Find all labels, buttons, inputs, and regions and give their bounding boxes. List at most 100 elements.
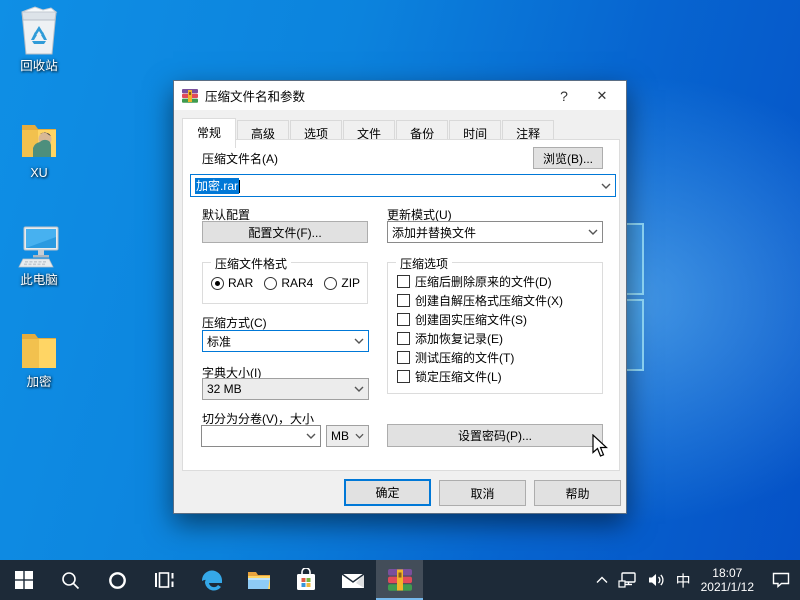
tray-chevron-up-icon[interactable]	[596, 576, 608, 584]
cortana-button[interactable]	[94, 560, 141, 600]
checkbox-label: 测试压缩的文件(T)	[415, 349, 514, 366]
archive-format-group-title: 压缩文件格式	[211, 255, 291, 272]
desktop-icon-recycle-bin[interactable]: 回收站	[1, 6, 77, 73]
search-icon	[61, 571, 80, 590]
mail-button[interactable]	[329, 560, 376, 600]
tab-page-general: 压缩文件名(A) 浏览(B)... 加密.rar 默认配置 更新模式(U) 配置…	[182, 139, 620, 471]
chevron-down-icon[interactable]	[584, 222, 602, 242]
help-button[interactable]: ?	[545, 83, 583, 108]
help-footer-button[interactable]: 帮助	[534, 480, 621, 506]
system-tray: 中 18:07 2021/1/12	[596, 560, 800, 600]
taskbar: 中 18:07 2021/1/12	[0, 560, 800, 600]
task-view-button[interactable]	[141, 560, 188, 600]
action-center-icon[interactable]	[772, 572, 790, 588]
radio-rar[interactable]: RAR	[211, 276, 253, 290]
checkbox-label: 压缩后删除原来的文件(D)	[415, 273, 552, 290]
start-button[interactable]	[0, 560, 47, 600]
chevron-down-icon[interactable]	[597, 175, 615, 196]
profile-button[interactable]: 配置文件(F)...	[202, 221, 368, 243]
mail-icon	[341, 570, 365, 590]
recycle-bin-icon	[17, 6, 61, 56]
browse-button[interactable]: 浏览(B)...	[533, 147, 603, 169]
checkbox-label: 创建固实压缩文件(S)	[415, 311, 527, 328]
dictionary-size-combobox[interactable]: 32 MB	[202, 378, 369, 400]
checkbox-box	[397, 332, 410, 345]
desktop-icon-this-pc[interactable]: 此电脑	[1, 224, 77, 287]
compression-method-value: 标准	[207, 333, 350, 350]
checkbox-box	[397, 294, 410, 307]
archive-name-combobox[interactable]: 加密.rar	[190, 174, 616, 197]
checkbox-sfx-archive[interactable]: 创建自解压格式压缩文件(X)	[397, 292, 563, 309]
windows-start-icon	[15, 571, 33, 589]
checkbox-recovery-record[interactable]: 添加恢复记录(E)	[397, 330, 503, 347]
radio-dot	[324, 277, 337, 290]
radio-label: ZIP	[341, 276, 360, 290]
this-pc-icon	[14, 224, 64, 270]
file-explorer-button[interactable]	[235, 560, 282, 600]
checkbox-lock-archive[interactable]: 锁定压缩文件(L)	[397, 368, 502, 385]
ok-button[interactable]: 确定	[344, 479, 431, 506]
checkbox-label: 添加恢复记录(E)	[415, 330, 503, 347]
checkbox-box	[397, 313, 410, 326]
volume-icon[interactable]	[648, 572, 666, 588]
task-view-icon	[155, 571, 175, 589]
dialog-title: 压缩文件名和参数	[205, 86, 545, 105]
search-button[interactable]	[47, 560, 94, 600]
mouse-cursor	[592, 434, 608, 458]
winrar-taskbar-icon	[387, 568, 413, 592]
compression-options-group-title: 压缩选项	[396, 255, 452, 272]
chevron-down-icon[interactable]	[350, 331, 368, 351]
cancel-button[interactable]: 取消	[439, 480, 526, 506]
radio-label: RAR4	[281, 276, 313, 290]
winrar-archive-dialog: 压缩文件名和参数 ? ✕ 常规 高级 选项 文件 备份 时间 注释 压缩文件名(…	[173, 80, 627, 514]
edge-icon	[200, 568, 224, 592]
edge-button[interactable]	[188, 560, 235, 600]
set-password-button[interactable]: 设置密码(P)...	[387, 424, 603, 447]
desktop-icon-label: 此电脑	[1, 273, 77, 287]
clock[interactable]: 18:07 2021/1/12	[701, 566, 754, 594]
tray-date: 2021/1/12	[701, 580, 754, 594]
ime-indicator[interactable]: 中	[676, 570, 691, 591]
checkbox-box	[397, 275, 410, 288]
checkbox-solid-archive[interactable]: 创建固实压缩文件(S)	[397, 311, 527, 328]
radio-dot	[211, 277, 224, 290]
desktop-icon-label: XU	[1, 166, 77, 180]
archive-name-value: 加密.rar	[195, 178, 239, 194]
dialog-titlebar[interactable]: 压缩文件名和参数 ? ✕	[174, 81, 626, 110]
update-mode-value: 添加并替换文件	[392, 224, 584, 241]
radio-label: RAR	[228, 276, 253, 290]
close-button[interactable]: ✕	[583, 83, 621, 108]
user-folder-icon	[16, 117, 62, 163]
split-unit-combobox[interactable]: MB	[326, 425, 369, 447]
store-button[interactable]	[282, 560, 329, 600]
compression-method-combobox[interactable]: 标准	[202, 330, 369, 352]
radio-zip[interactable]: ZIP	[324, 276, 360, 290]
winrar-icon	[182, 89, 198, 103]
store-icon	[295, 568, 317, 592]
desktop-icon-folder-jiami[interactable]: 加密	[1, 328, 77, 389]
checkbox-label: 创建自解压格式压缩文件(X)	[415, 292, 563, 309]
file-explorer-icon	[247, 569, 271, 591]
chevron-down-icon[interactable]	[350, 379, 368, 399]
desktop: 回收站 XU 此电脑	[0, 0, 800, 600]
radio-rar4[interactable]: RAR4	[264, 276, 313, 290]
update-mode-combobox[interactable]: 添加并替换文件	[387, 221, 603, 243]
desktop-icon-user-folder[interactable]: XU	[1, 117, 77, 180]
split-volumes-combobox[interactable]	[201, 425, 321, 447]
compression-method-label: 压缩方式(C)	[202, 314, 267, 331]
radio-dot	[264, 277, 277, 290]
checkbox-delete-files[interactable]: 压缩后删除原来的文件(D)	[397, 273, 552, 290]
archive-format-group: 压缩文件格式 RAR RAR4 ZIP	[202, 262, 368, 304]
checkbox-test-files[interactable]: 测试压缩的文件(T)	[397, 349, 514, 366]
chevron-down-icon[interactable]	[302, 426, 320, 446]
checkbox-box	[397, 351, 410, 364]
tray-time: 18:07	[701, 566, 754, 580]
winrar-taskbar-button[interactable]	[376, 560, 423, 600]
checkbox-box	[397, 370, 410, 383]
compression-options-group: 压缩选项 压缩后删除原来的文件(D) 创建自解压格式压缩文件(X) 创建固实压缩…	[387, 262, 603, 394]
split-unit-value: MB	[331, 429, 350, 443]
text-caret	[239, 180, 240, 193]
network-icon[interactable]	[618, 572, 638, 588]
chevron-down-icon[interactable]	[350, 426, 368, 446]
tab-general[interactable]: 常规	[182, 118, 236, 148]
